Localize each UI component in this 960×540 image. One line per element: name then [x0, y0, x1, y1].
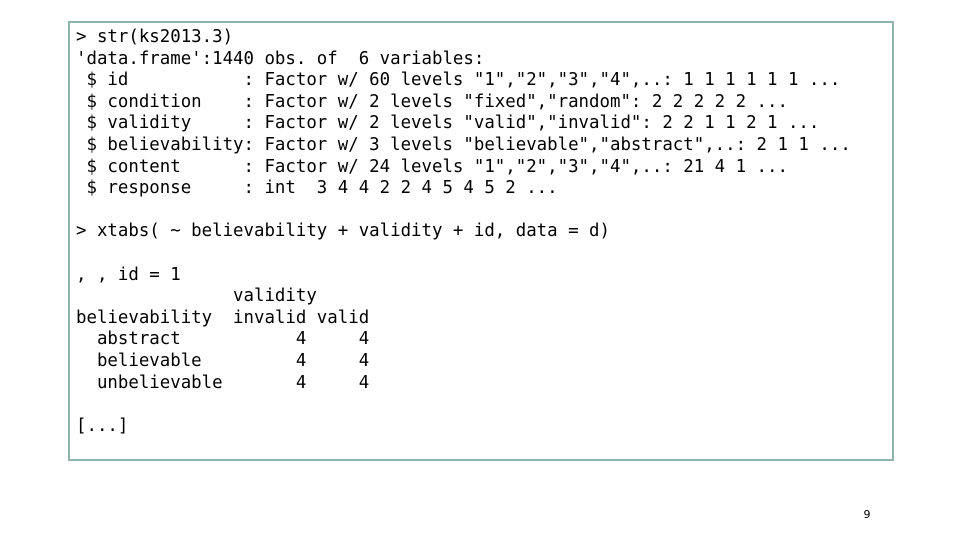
- slide-canvas: > str(ks2013.3) 'data.frame':1440 obs. o…: [0, 0, 960, 540]
- console-output-frame: > str(ks2013.3) 'data.frame':1440 obs. o…: [68, 21, 894, 461]
- page-number: 9: [863, 508, 871, 521]
- r-console-output: > str(ks2013.3) 'data.frame':1440 obs. o…: [76, 27, 851, 436]
